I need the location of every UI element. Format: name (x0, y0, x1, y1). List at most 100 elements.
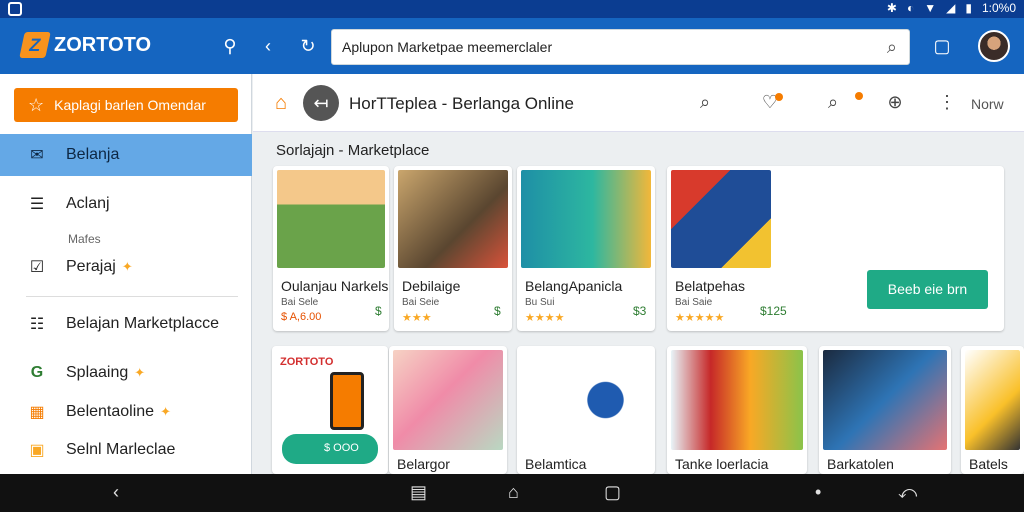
product-card[interactable]: Tanke loerlacia (667, 346, 807, 474)
phone-image (330, 372, 364, 430)
search-icon[interactable]: ⌕ (887, 37, 897, 58)
buy-button[interactable]: Beeb eie brn (867, 270, 988, 309)
product-name: BelangApanicla (525, 278, 623, 294)
product-image (521, 350, 651, 450)
product-card[interactable]: Belamtica (517, 346, 655, 474)
product-image (398, 170, 508, 268)
app-bar: Z ZORTOTO ⚲ ‹ ↻ Aplupon Marketpae meemer… (0, 18, 1024, 74)
battery-icon: ▮ (965, 1, 972, 15)
sidebar-item-aclanj[interactable]: ☰ Aclanj (0, 183, 252, 225)
product-meta: Bai Seie (402, 297, 440, 308)
sync-icon: ◐ (906, 1, 915, 15)
product-rating: ★★★ (402, 312, 432, 324)
product-card[interactable]: Oulanjau Narkels Bai Sele $ A,6.00 $ (273, 166, 389, 331)
product-image (521, 170, 651, 268)
notification-dot (775, 93, 783, 101)
status-bar: ✱ ◐ ▼ ◢ ▮ 1:0%0 (0, 0, 1024, 18)
tablet-icon[interactable]: ▢ (930, 34, 954, 58)
notification-icon (8, 2, 22, 16)
search-icon[interactable]: ⌕ (693, 92, 717, 113)
product-image (965, 350, 1020, 450)
back-icon[interactable]: ‹ (113, 482, 119, 503)
sidebar-item-marketplace[interactable]: ☷ Belajan Marketplacce (0, 303, 252, 345)
sidebar: ☆ Kaplagi barlen Omendar ✉ Belanja ☰ Acl… (0, 74, 252, 474)
promo-badge[interactable]: $ OOO (282, 434, 378, 464)
more-label[interactable]: Norw (971, 96, 1004, 112)
search-input[interactable]: Aplupon Marketpae meemerclaler (342, 39, 552, 55)
sidebar-item-label: Aclanj (66, 195, 110, 212)
product-meta: Bu Sui (525, 297, 555, 308)
product-meta: Bai Saie (675, 297, 713, 308)
product-card[interactable]: Debilaige Bai Seie ★★★ $ (394, 166, 512, 331)
document-icon: ☷ (29, 316, 45, 333)
menu-dots-icon[interactable]: ⋮ (935, 92, 959, 113)
product-card[interactable]: Batels (961, 346, 1024, 474)
product-name: Belatpehas (675, 278, 746, 294)
refresh-icon[interactable]: ↻ (296, 34, 320, 58)
cta-button[interactable]: ☆ Kaplagi barlen Omendar (14, 88, 238, 122)
product-meta: Bai Sele (281, 297, 319, 308)
notification-dot (855, 92, 863, 100)
product-name: Tanke loerlacia (675, 456, 769, 472)
sidebar-item-label: Splaaing (66, 364, 129, 381)
product-name: Oulanjau Narkels (281, 278, 389, 294)
brand-logo[interactable]: Z ZORTOTO (19, 32, 151, 58)
product-price: $125 (760, 304, 787, 318)
chart-icon: ☑ (29, 259, 45, 276)
product-image (823, 350, 947, 450)
product-rating: ★★★★ (525, 312, 565, 324)
badge-star-icon: ✦ (160, 404, 171, 419)
nav-section-label: Mafes (68, 232, 101, 246)
badge-star-icon: ✦ (121, 259, 133, 274)
avatar[interactable] (978, 30, 1010, 62)
product-image (393, 350, 503, 450)
sidebar-item-label: Belentaoline (66, 403, 155, 420)
menu-icon[interactable]: ▤ (410, 482, 427, 503)
promo-badge-text: $ OOO (324, 442, 359, 454)
rotate-icon[interactable]: ⤺ (898, 482, 917, 503)
sidebar-item-belentaoline[interactable]: ▦ Belentaoline ✦ (0, 391, 252, 433)
zoom-icon[interactable]: ⌕ (821, 92, 845, 113)
product-name: Belargor (397, 456, 450, 472)
clock: 1:0%0 (981, 1, 1016, 15)
product-name: Batels (969, 456, 1008, 472)
product-name: Debilaige (402, 278, 461, 294)
content-header: ⌂ ↤ HorTTeplea - Berlanga Online ⌕ ♡ ⌕ ⊕… (253, 74, 1024, 132)
sidebar-item-label: Belajan Marketplacce (66, 315, 219, 332)
sidebar-item-label: Belanja (66, 146, 120, 163)
search-bar[interactable]: Aplupon Marketpae meemerclaler ⌕ (331, 29, 910, 65)
product-image (277, 170, 385, 268)
badge-star-icon: ✦ (134, 365, 146, 380)
shopping-icon: G (30, 364, 44, 381)
section-title: Sorlajajn - Marketplace (276, 142, 430, 159)
product-price: $ (494, 304, 501, 318)
product-image (671, 170, 771, 268)
bluetooth-icon: ✱ (886, 1, 897, 15)
back-arrow-icon[interactable]: ‹ (256, 34, 280, 58)
product-name: Belamtica (525, 456, 587, 472)
product-card[interactable]: Belargor (389, 346, 507, 474)
sidebar-item-perajaj[interactable]: ☑ Perajaj ✦ (0, 246, 252, 288)
product-card[interactable]: BelangApanicla Bu Sui ★★★★ $3 (517, 166, 655, 331)
page-title: HorTTeplea - Berlanga Online (349, 94, 574, 113)
location-icon[interactable]: ⚲ (218, 34, 242, 58)
store-icon: ▣ (29, 442, 45, 459)
cart-icon[interactable]: ⊕ (883, 92, 907, 113)
home-icon[interactable]: ⌂ (508, 482, 519, 503)
home-icon[interactable]: ⌂ (275, 92, 287, 115)
back-button[interactable]: ↤ (303, 85, 339, 121)
product-name: Barkatolen (827, 456, 894, 472)
bag-icon: ✉ (30, 147, 44, 164)
wifi-icon: ▼ (924, 1, 937, 15)
brand-logo-icon: Z (19, 32, 51, 58)
product-card[interactable]: Barkatolen (819, 346, 951, 474)
product-rating: ★★★★★ (675, 312, 725, 324)
sidebar-item-splaaing[interactable]: G Splaaing ✦ (0, 352, 252, 394)
sidebar-item-belanja[interactable]: ✉ Belanja (0, 134, 252, 176)
dot-icon[interactable]: • (815, 482, 821, 503)
sidebar-item-selnl[interactable]: ▣ Selnl Marleclae (0, 429, 252, 471)
list-icon: ☰ (29, 196, 45, 213)
product-card[interactable]: ZORTOTO $ OOO (272, 346, 388, 474)
overview-icon[interactable]: ▢ (604, 482, 621, 503)
cta-label: Kaplagi barlen Omendar (54, 97, 206, 113)
